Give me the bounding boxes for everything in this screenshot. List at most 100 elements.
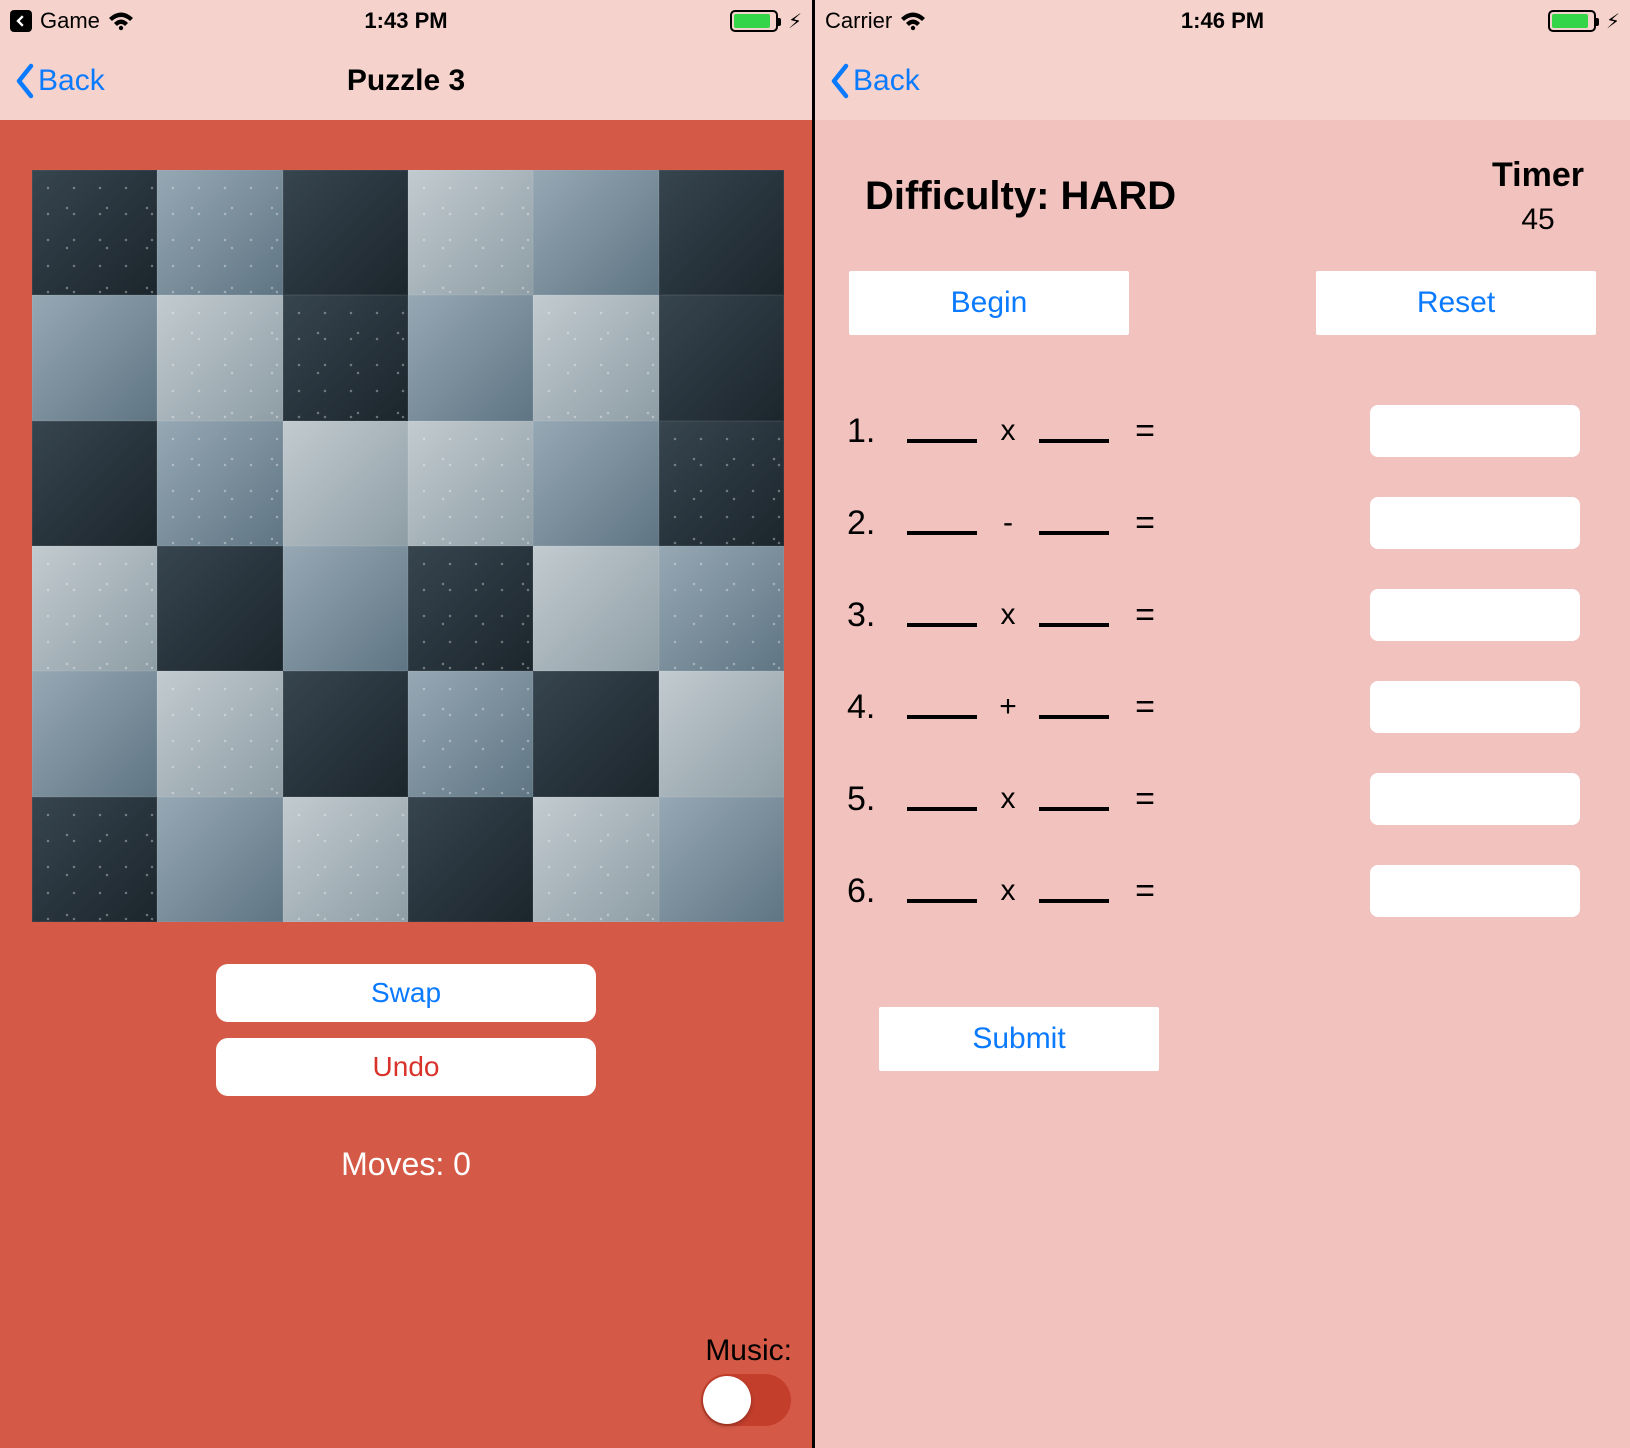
operand-blank xyxy=(907,715,977,719)
begin-button[interactable]: Begin xyxy=(849,271,1129,335)
status-bar: Carrier 1:46 PM ⚡︎ xyxy=(815,0,1630,42)
math-screen: Carrier 1:46 PM ⚡︎ Back Difficulty: HARD xyxy=(815,0,1630,1448)
puzzle-tile[interactable] xyxy=(659,797,784,922)
battery-icon xyxy=(730,10,778,32)
back-label: Back xyxy=(38,64,105,98)
puzzle-tile[interactable] xyxy=(533,295,658,420)
swap-button[interactable]: Swap xyxy=(216,964,596,1022)
charging-icon: ⚡︎ xyxy=(788,9,802,34)
status-time: 1:46 PM xyxy=(1181,8,1264,34)
wifi-icon xyxy=(900,11,926,31)
puzzle-tile[interactable] xyxy=(659,421,784,546)
puzzle-tile[interactable] xyxy=(533,546,658,671)
puzzle-tile[interactable] xyxy=(157,421,282,546)
status-time: 1:43 PM xyxy=(364,8,447,34)
chevron-left-icon xyxy=(14,63,36,99)
problem-row: 2. - = xyxy=(847,477,1610,569)
problem-number: 2. xyxy=(847,504,901,543)
puzzle-tile[interactable] xyxy=(533,170,658,295)
answer-input[interactable] xyxy=(1370,865,1580,917)
puzzle-tile[interactable] xyxy=(283,170,408,295)
equals-sign: = xyxy=(1125,596,1165,635)
operand-blank xyxy=(907,623,977,627)
puzzle-tile[interactable] xyxy=(408,170,533,295)
equals-sign: = xyxy=(1125,688,1165,727)
puzzle-tile[interactable] xyxy=(659,546,784,671)
timer-label: Timer xyxy=(1492,156,1584,195)
puzzle-tile[interactable] xyxy=(32,797,157,922)
puzzle-tile[interactable] xyxy=(408,295,533,420)
puzzle-tile[interactable] xyxy=(283,295,408,420)
puzzle-tile[interactable] xyxy=(283,546,408,671)
nav-bar: Back xyxy=(815,42,1630,120)
back-to-app-icon[interactable] xyxy=(10,10,32,32)
answer-input[interactable] xyxy=(1370,773,1580,825)
moves-counter: Moves: 0 xyxy=(32,1146,780,1183)
battery-icon xyxy=(1548,10,1596,32)
puzzle-tile[interactable] xyxy=(157,546,282,671)
puzzle-tile[interactable] xyxy=(533,797,658,922)
answer-input[interactable] xyxy=(1370,589,1580,641)
problem-list: 1. x = 2. - = 3. x = xyxy=(847,385,1610,937)
operand-blank xyxy=(907,531,977,535)
back-label: Back xyxy=(853,64,920,98)
puzzle-tile[interactable] xyxy=(408,797,533,922)
timer-value: 45 xyxy=(1492,203,1584,237)
operator: + xyxy=(983,690,1033,724)
back-button[interactable]: Back xyxy=(14,63,105,99)
music-toggle[interactable] xyxy=(701,1374,791,1426)
operator: - xyxy=(983,506,1033,540)
answer-input[interactable] xyxy=(1370,681,1580,733)
puzzle-tile[interactable] xyxy=(283,421,408,546)
operand-blank xyxy=(1039,807,1109,811)
puzzle-tile[interactable] xyxy=(283,797,408,922)
page-title: Puzzle 3 xyxy=(347,64,465,98)
charging-icon: ⚡︎ xyxy=(1606,9,1620,34)
undo-button[interactable]: Undo xyxy=(216,1038,596,1096)
problem-row: 6. x = xyxy=(847,845,1610,937)
puzzle-tile[interactable] xyxy=(157,170,282,295)
puzzle-tile[interactable] xyxy=(157,295,282,420)
equals-sign: = xyxy=(1125,872,1165,911)
problem-number: 4. xyxy=(847,688,901,727)
puzzle-tile[interactable] xyxy=(32,421,157,546)
operator: x xyxy=(983,598,1033,632)
puzzle-tile[interactable] xyxy=(408,546,533,671)
puzzle-tile[interactable] xyxy=(32,170,157,295)
problem-row: 4. + = xyxy=(847,661,1610,753)
submit-button[interactable]: Submit xyxy=(879,1007,1159,1071)
problem-number: 1. xyxy=(847,412,901,451)
answer-input[interactable] xyxy=(1370,405,1580,457)
problem-row: 3. x = xyxy=(847,569,1610,661)
operator: x xyxy=(983,782,1033,816)
operand-blank xyxy=(907,807,977,811)
back-button[interactable]: Back xyxy=(829,63,920,99)
puzzle-tile[interactable] xyxy=(408,421,533,546)
equals-sign: = xyxy=(1125,412,1165,451)
reset-button[interactable]: Reset xyxy=(1316,271,1596,335)
problem-number: 6. xyxy=(847,872,901,911)
music-label: Music: xyxy=(705,1334,792,1368)
equals-sign: = xyxy=(1125,504,1165,543)
puzzle-tile[interactable] xyxy=(659,295,784,420)
puzzle-tile[interactable] xyxy=(283,671,408,796)
puzzle-tile[interactable] xyxy=(32,546,157,671)
puzzle-screen: Game 1:43 PM ⚡︎ Back Puzzle 3 xyxy=(0,0,815,1448)
puzzle-tile[interactable] xyxy=(533,671,658,796)
puzzle-tile[interactable] xyxy=(533,421,658,546)
problem-row: 5. x = xyxy=(847,753,1610,845)
puzzle-tile[interactable] xyxy=(157,671,282,796)
puzzle-tile[interactable] xyxy=(659,170,784,295)
wifi-icon xyxy=(108,11,134,31)
operand-blank xyxy=(1039,715,1109,719)
puzzle-tile[interactable] xyxy=(32,295,157,420)
status-carrier: Carrier xyxy=(825,8,892,34)
problem-number: 5. xyxy=(847,780,901,819)
answer-input[interactable] xyxy=(1370,497,1580,549)
chevron-left-icon xyxy=(829,63,851,99)
puzzle-tile[interactable] xyxy=(408,671,533,796)
puzzle-tile[interactable] xyxy=(32,671,157,796)
puzzle-tile[interactable] xyxy=(659,671,784,796)
puzzle-tile[interactable] xyxy=(157,797,282,922)
nav-bar: Back Puzzle 3 xyxy=(0,42,812,120)
